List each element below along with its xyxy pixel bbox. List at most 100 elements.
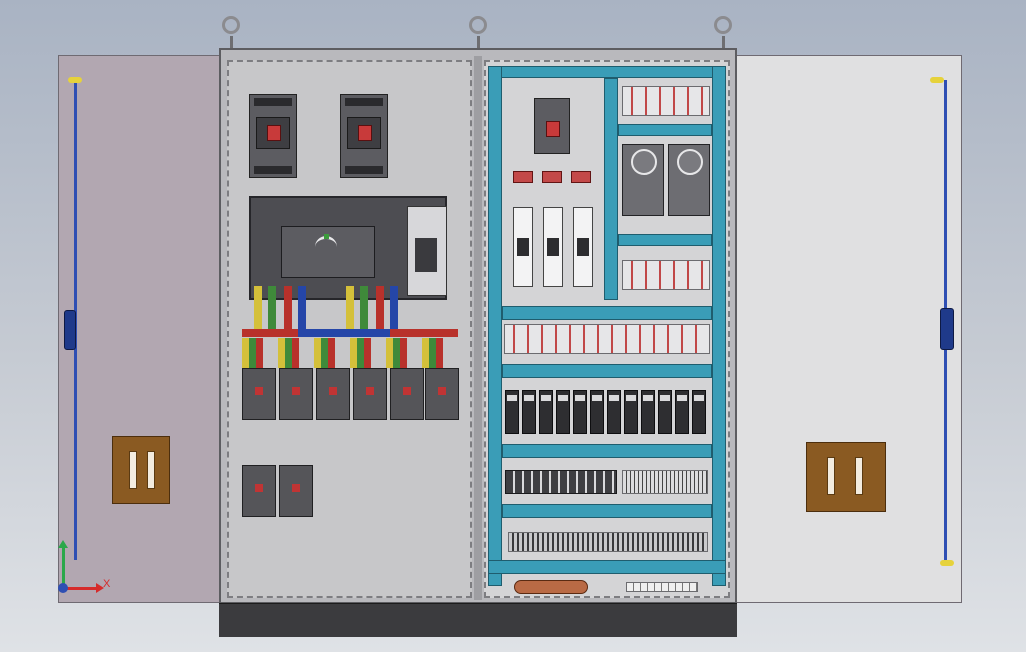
fuse-body — [517, 238, 529, 256]
left-door-latch[interactable] — [64, 310, 76, 350]
relay — [675, 390, 689, 434]
handle-slot — [855, 457, 863, 495]
fan-icon — [677, 149, 703, 175]
bus-dropper-l2 — [268, 286, 276, 330]
wiring-duct-left — [488, 66, 502, 586]
wiring-duct-h — [502, 306, 712, 320]
bus-dropper-n — [390, 286, 398, 330]
breaker-toggle-icon[interactable] — [292, 484, 300, 492]
feeder-breaker[interactable] — [390, 368, 424, 420]
relay — [505, 390, 519, 434]
rod-cap-bottom-right — [940, 560, 954, 566]
relay — [590, 390, 604, 434]
breaker-toggle-icon[interactable] — [366, 387, 374, 395]
y-axis-icon — [62, 548, 65, 588]
breaker-terminal — [345, 98, 383, 106]
wiring-duct-h — [618, 234, 712, 246]
breaker-toggle-icon[interactable] — [329, 387, 337, 395]
origin-icon — [58, 583, 68, 593]
relay-label — [524, 395, 534, 401]
fuse-holder[interactable] — [573, 207, 593, 287]
bus-dropper-n — [298, 286, 306, 330]
breaker-terminal — [254, 98, 292, 106]
lifting-eye-stem — [477, 36, 480, 48]
lifting-eye-stem — [230, 36, 233, 48]
relay — [556, 390, 570, 434]
lifting-eye-icon — [469, 16, 487, 34]
handle-slot — [129, 451, 137, 489]
breaker-terminal — [345, 166, 383, 174]
spare-breaker[interactable] — [279, 465, 313, 517]
left-door-handle[interactable] — [112, 436, 170, 504]
handle-slot — [827, 457, 835, 495]
fuse-body — [547, 238, 559, 256]
right-door-handle[interactable] — [806, 442, 886, 512]
cabinet-plinth — [219, 603, 737, 637]
feeder-breaker[interactable] — [242, 368, 276, 420]
breaker-toggle-icon[interactable] — [438, 387, 446, 395]
relay — [658, 390, 672, 434]
bus-dropper-l3 — [284, 286, 292, 330]
breaker-toggle-icon[interactable] — [255, 484, 263, 492]
terminal-strip-row — [504, 324, 710, 354]
breaker-toggle-icon[interactable] — [267, 125, 281, 141]
wiring-duct-middle — [604, 78, 618, 300]
breaker-toggle-icon[interactable] — [358, 125, 372, 141]
relay-label — [592, 395, 602, 401]
wiring-duct-h — [502, 364, 712, 378]
relay — [539, 390, 553, 434]
center-mullion — [474, 56, 482, 600]
right-door-latch[interactable] — [940, 308, 954, 350]
relay-label — [507, 395, 517, 401]
feeder-droppers — [242, 338, 458, 368]
main-breaker-1[interactable] — [249, 94, 297, 178]
pilot-lamp — [571, 171, 591, 183]
feeder-breaker[interactable] — [279, 368, 313, 420]
y-axis-arrow-icon — [58, 540, 68, 548]
relay-label — [541, 395, 551, 401]
relay — [624, 390, 638, 434]
lifting-eye-icon — [222, 16, 240, 34]
right-door — [736, 55, 962, 603]
terminal-block-black — [505, 470, 617, 494]
control-breaker[interactable] — [534, 98, 570, 154]
fan-icon — [631, 149, 657, 175]
transfer-switch[interactable] — [249, 196, 447, 300]
breaker-toggle-icon[interactable] — [255, 387, 263, 395]
relay — [607, 390, 621, 434]
breaker-toggle-icon[interactable] — [403, 387, 411, 395]
lifting-eye-stem — [722, 36, 725, 48]
terminal-strip — [622, 86, 710, 116]
x-axis-label: X — [103, 578, 111, 590]
breaker-toggle-icon[interactable] — [546, 121, 560, 137]
lifting-eye-icon — [714, 16, 732, 34]
relay — [522, 390, 536, 434]
controller-keypad[interactable] — [415, 238, 437, 272]
pilot-lamp — [513, 171, 533, 183]
breaker-toggle-icon[interactable] — [292, 387, 300, 395]
relay-label — [660, 395, 670, 401]
rod-cap-top-right — [930, 77, 944, 83]
wiring-duct-top — [488, 66, 724, 78]
wiring-duct-h — [502, 444, 712, 458]
bus-dropper-l1 — [346, 286, 354, 330]
pilot-lamp — [542, 171, 562, 183]
handle-slot — [147, 451, 155, 489]
neutral-bar — [626, 582, 698, 592]
ground-bar — [514, 580, 588, 594]
wiring-duct-h — [502, 504, 712, 518]
relay-label — [677, 395, 687, 401]
fuse-body — [577, 238, 589, 256]
relay-label — [694, 395, 704, 401]
feeder-breaker[interactable] — [353, 368, 387, 420]
main-breaker-2[interactable] — [340, 94, 388, 178]
feeder-breaker[interactable] — [316, 368, 350, 420]
relay — [573, 390, 587, 434]
spare-breaker[interactable] — [242, 465, 276, 517]
bus-dropper-l2 — [360, 286, 368, 330]
fuse-holder[interactable] — [543, 207, 563, 287]
feeder-breaker[interactable] — [425, 368, 459, 420]
rod-cap-top-left — [68, 77, 82, 83]
fuse-holder[interactable] — [513, 207, 533, 287]
relay — [641, 390, 655, 434]
